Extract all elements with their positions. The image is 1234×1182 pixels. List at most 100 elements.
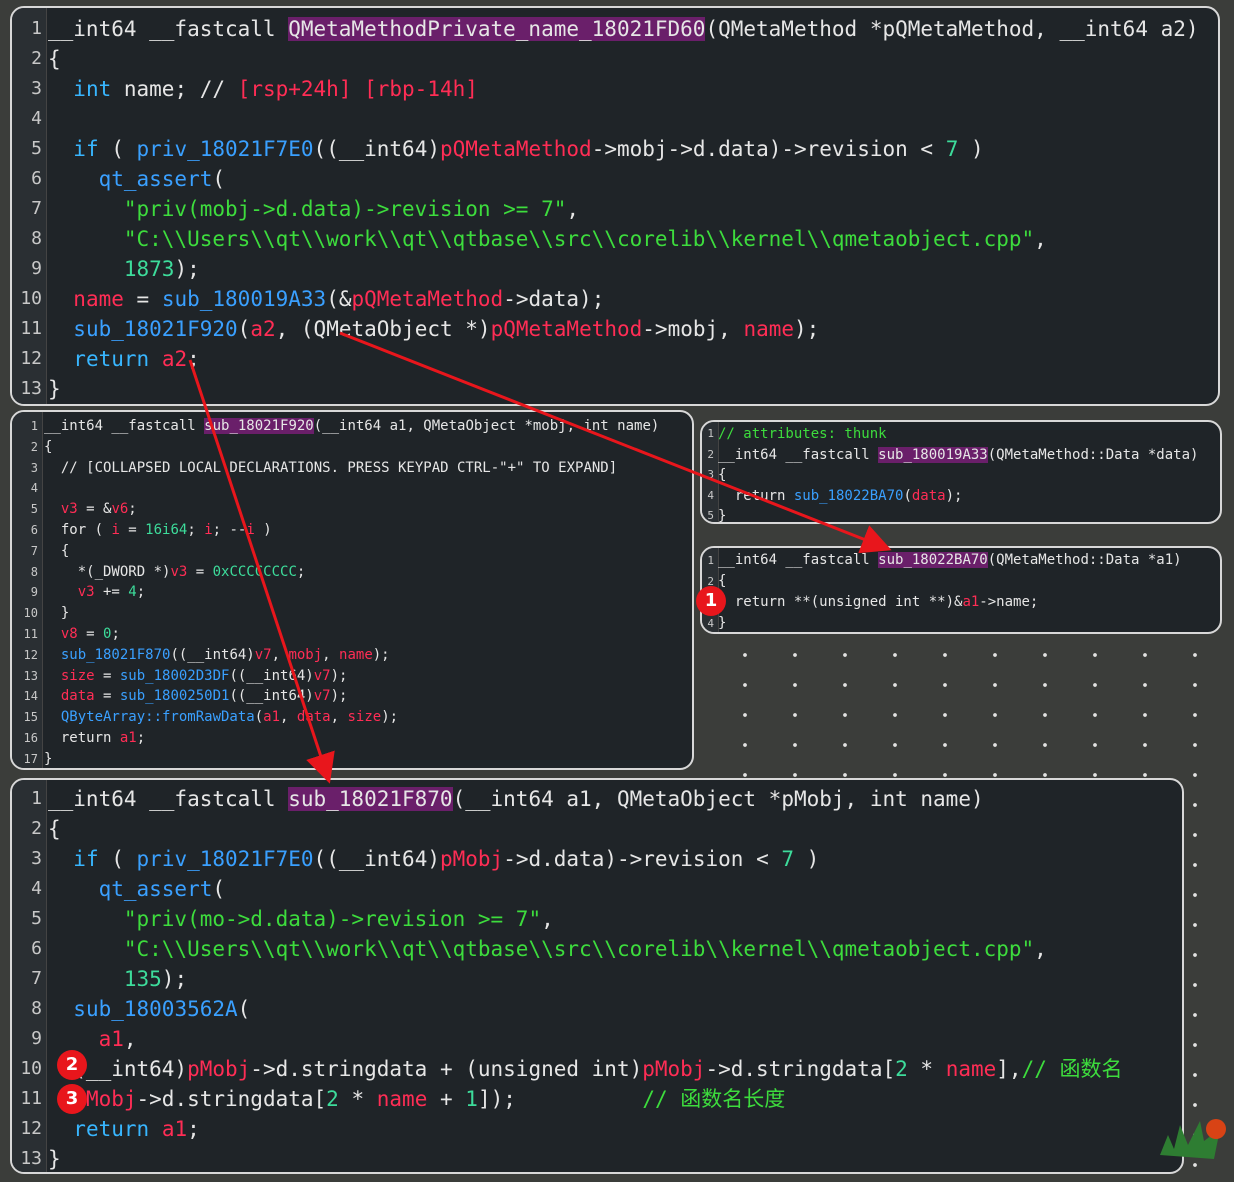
code-line: 7 { — [12, 541, 692, 562]
code-token: ->data); — [503, 287, 605, 311]
line-number: 7 — [31, 198, 42, 219]
code-token: , — [566, 197, 580, 221]
code-token: sub_180019A33 — [878, 446, 988, 463]
code-text: v3 += 4; — [44, 582, 145, 603]
line-number: 7 — [31, 968, 42, 989]
code-line: 3 if ( priv_18021F7E0((__int64)pMobj->d.… — [12, 844, 1182, 874]
line-number: 5 — [31, 138, 42, 159]
code-text: 135); — [48, 964, 187, 994]
code-token: ; — [128, 501, 137, 518]
code-line: 12 sub_18021F870((__int64)v7, mobj, name… — [12, 645, 692, 666]
code-text: return **(unsigned int **)&a1->name; — [718, 592, 1038, 613]
code-text: { — [718, 465, 726, 486]
code-token: { — [48, 817, 61, 841]
code-token: , — [541, 907, 554, 931]
code-line: 1 // attributes: thunk — [702, 424, 1220, 445]
code-token: } — [718, 615, 727, 631]
code-panel-sub-18022ba70: 1 __int64 __fastcall sub_18022BA70(QMetaM… — [700, 546, 1222, 634]
code-token: name — [743, 317, 795, 341]
code-token: v7 — [254, 646, 272, 663]
code-token: v7 — [313, 667, 331, 684]
code-token: ); — [174, 257, 200, 281]
code-token: return — [73, 1117, 150, 1141]
line-number: 13 — [20, 378, 42, 399]
code-token: priv_18021F7E0 — [136, 847, 314, 871]
code-token: name — [339, 646, 373, 663]
badge-3: 3 — [57, 1084, 87, 1114]
code-token: , — [1034, 937, 1047, 961]
badge-2: 2 — [57, 1050, 87, 1080]
code-text: qt_assert( — [48, 874, 225, 904]
code-text: "priv(mobj->d.data)->revision >= 7", — [48, 194, 579, 224]
code-token: for ( — [44, 522, 112, 538]
code-text: __int64 __fastcall sub_18021F870(__int64… — [48, 784, 984, 814]
line-number: 4 — [707, 488, 714, 502]
code-token: { — [48, 47, 61, 71]
code-line: 1 __int64 __fastcall sub_18022BA70(QMetaM… — [702, 550, 1220, 571]
code-line: 14 data = sub_1800250D1((__int64)v7); — [12, 686, 692, 707]
code-token: ); — [372, 646, 390, 663]
code-text: size = sub_18002D3DF((__int64)v7); — [44, 666, 348, 687]
code-text: } — [48, 374, 61, 404]
code-text: a1, — [48, 1024, 137, 1054]
code-token: // [COLLAPSED LOCAL DECLARATIONS. PRESS … — [44, 459, 618, 476]
code-text: data = sub_1800250D1((__int64)v7); — [44, 686, 348, 707]
code-token: // 函数名长度 — [642, 1087, 786, 1111]
line-number: 15 — [23, 710, 38, 725]
code-text: sub_18003562A( — [48, 994, 250, 1024]
code-token: size — [347, 709, 382, 726]
code-token: ); — [945, 487, 963, 504]
line-number: 6 — [31, 168, 42, 189]
code-token: ; — [187, 1117, 200, 1141]
code-token: ( — [237, 317, 251, 341]
code-line: 1 __int64 __fastcall sub_18021F920(__int6… — [12, 416, 692, 437]
code-token: __int64 __fastcall — [718, 446, 879, 463]
code-line: 2{ — [12, 44, 1218, 74]
code-token: a1 — [119, 730, 137, 746]
code-token: a1 — [962, 594, 980, 610]
code-token: QByteArray::fromRawData — [60, 709, 255, 726]
code-token: } — [718, 508, 727, 524]
code-token: "C:\\Users\\qt\\work\\qt\\qtbase\\src\\c… — [123, 227, 1035, 251]
code-token: i — [204, 522, 213, 538]
code-token: , — [330, 709, 348, 726]
code-token: ->mobj, — [642, 317, 744, 341]
code-token: data — [60, 688, 95, 705]
code-token: ; — [136, 584, 146, 601]
code-text: return a1; — [44, 728, 145, 749]
line-number: 8 — [31, 998, 42, 1019]
code-token: , — [322, 646, 340, 663]
code-token: "C:\\Users\\qt\\work\\qt\\qtbase\\src\\c… — [123, 937, 1035, 961]
code-text: QByteArray::fromRawData(a1, data, size); — [44, 707, 398, 728]
code-line: 13} — [12, 1144, 1182, 1172]
code-text: (__int64)pMobj->d.stringdata + (unsigned… — [48, 1054, 1122, 1084]
code-line: 3{ — [702, 465, 1220, 486]
code-token: (QMetaMethod::Data *data) — [987, 446, 1199, 463]
code-token: ( — [98, 137, 137, 161]
code-token: ); — [161, 967, 188, 991]
code-line: 9 1873); — [12, 254, 1218, 284]
code-token: , — [1034, 227, 1047, 251]
code-token: = — [94, 667, 120, 684]
code-panel-sub-18021f920: 1 __int64 __fastcall sub_18021F920(__int6… — [10, 410, 694, 770]
code-line: 13 size = sub_18002D3DF((__int64)v7); — [12, 666, 692, 687]
code-token: ; — [111, 626, 120, 642]
line-number: 6 — [30, 523, 38, 537]
line-number: 9 — [31, 1028, 42, 1049]
code-token: ->d.stringdata[ — [136, 1087, 327, 1111]
code-token: ); — [381, 709, 399, 726]
code-line: 1 __int64 __fastcall sub_18021F870(__int6… — [12, 784, 1182, 814]
code-text: pMobj->d.stringdata[2 * name + 1]); // 函… — [48, 1084, 785, 1114]
code-token: ->name; — [979, 594, 1039, 610]
code-token: ( — [212, 167, 226, 191]
code-token: sub_18003562A — [73, 997, 238, 1021]
